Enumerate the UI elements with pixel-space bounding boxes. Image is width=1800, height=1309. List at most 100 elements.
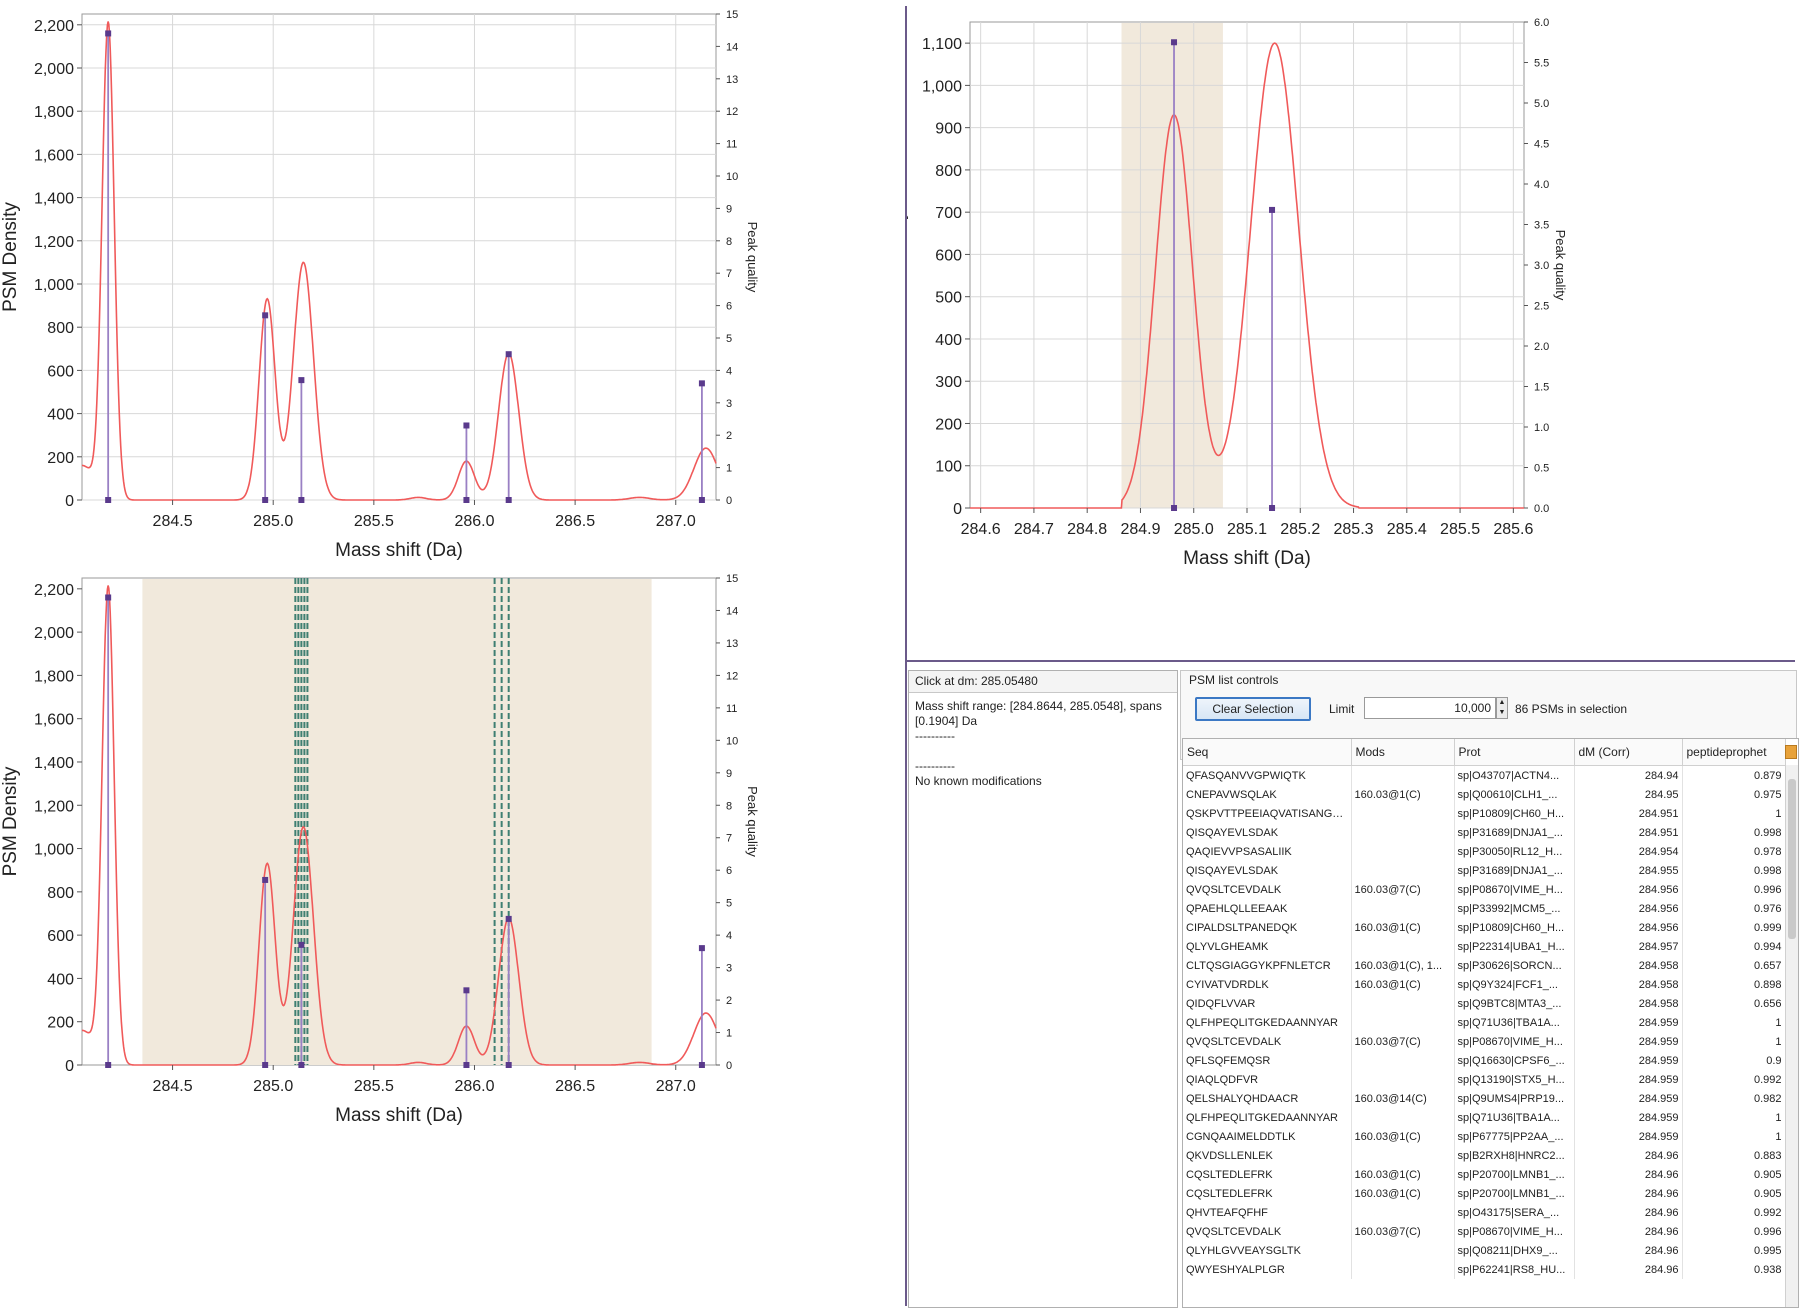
peak-quality-base-point <box>463 1062 470 1068</box>
table-cell: 284.95 <box>1574 785 1683 804</box>
table-cell: sp|P20700|LMNB1_... <box>1454 1184 1575 1203</box>
y-tick-label: 600 <box>47 928 74 945</box>
y2-tick-label: 14 <box>726 41 738 53</box>
limit-spinner[interactable]: ▲ ▼ <box>1496 697 1508 719</box>
table-cell: 160.03@14(C) <box>1351 1089 1455 1108</box>
table-row[interactable]: QLFHPEQLITGKEDAANNYAR sp|Q71U36|TBA1A... 2… <box>1183 1013 1786 1032</box>
y2-tick-label: 11 <box>726 703 737 715</box>
y2-tick-label: 6 <box>726 301 732 313</box>
y2-tick-label: 6 <box>726 865 732 877</box>
table-row[interactable]: CNEPAVWSQLAK 160.03@1(C) sp|Q00610|CLH1_..… <box>1183 785 1786 804</box>
table-row[interactable]: CQSLTEDLEFRK 160.03@1(C) sp|P20700|LMNB1_.… <box>1183 1184 1786 1203</box>
y2-tick-label: 4.0 <box>1534 179 1549 191</box>
table-row[interactable]: QVQSLTCEVDALK 160.03@7(C) sp|P08670|VIME_H… <box>1183 880 1786 899</box>
table-cell: 0.995 <box>1682 1241 1786 1260</box>
column-header[interactable]: Seq <box>1183 739 1352 766</box>
table-row[interactable]: CIPALDSLTPANEDQK 160.03@1(C) sp|P10809|CH6… <box>1183 918 1786 937</box>
table-row[interactable]: QIAQLQDFVR sp|Q13190|STX5_H... 284.959 0.99… <box>1183 1070 1786 1089</box>
table-cell <box>1351 1260 1455 1279</box>
table-cell: 0.9 <box>1682 1051 1786 1070</box>
y2-tick-label: 3.5 <box>1534 220 1549 232</box>
y2-tick-label: 15 <box>726 573 738 585</box>
y2-tick-label: 4 <box>726 365 732 377</box>
table-cell: 0.992 <box>1682 1070 1786 1089</box>
table-cell <box>1351 823 1455 842</box>
x-tick-label: 285.5 <box>354 1078 394 1095</box>
chart-top-right[interactable]: 0 100 200 300 400 500 600 700 800 900 1,000 1,100 28… <box>907 0 1800 660</box>
table-row[interactable]: QPAEHLQLLEEAAK sp|P33992|MCM5_... 284.956 0… <box>1183 899 1786 918</box>
x-tick-label: 285.5 <box>1440 521 1480 538</box>
limit-input[interactable]: 10,000 <box>1364 697 1496 719</box>
table-row[interactable]: QKVDSLLENLEK sp|B2RXH8|HNRC2... 284.96 0.88… <box>1183 1146 1786 1165</box>
peak-quality-point <box>698 945 705 952</box>
x-tick-label: 284.9 <box>1120 521 1160 538</box>
table-cell: 0.879 <box>1682 765 1786 785</box>
y2-tick-label: 6.0 <box>1534 17 1549 29</box>
x-tick-label: 286.5 <box>555 1078 595 1095</box>
y2-tick-label: 4 <box>726 930 732 942</box>
table-row[interactable]: QELSHALYQHDAACR 160.03@14(C) sp|Q9UMS4|PRP… <box>1183 1089 1786 1108</box>
table-cell: QAQIEVVPSASALIIK <box>1183 842 1352 861</box>
table-cell: QVQSLTCEVDALK <box>1183 1222 1352 1241</box>
column-header[interactable]: Prot <box>1454 739 1575 766</box>
peak-quality-point <box>698 380 705 387</box>
table-cell: 284.96 <box>1574 1146 1683 1165</box>
clear-selection-button[interactable]: Clear Selection <box>1195 697 1311 721</box>
y2-tick-label: 2.5 <box>1534 301 1549 313</box>
table-row[interactable]: CYIVATVDRDLK 160.03@1(C) sp|Q9Y324|FCF1_..… <box>1183 975 1786 994</box>
table-cell: 1 <box>1682 1013 1786 1032</box>
table-scrollbar[interactable] <box>1785 765 1798 1307</box>
table-row[interactable]: QISQAYEVLSDAK sp|P31689|DNJA1_... 284.955 0… <box>1183 861 1786 880</box>
table-cell: CNEPAVWSQLAK <box>1183 785 1352 804</box>
column-header[interactable]: Mods <box>1351 739 1455 766</box>
table-row[interactable]: QAQIEVVPSASALIIK sp|P30050|RL12_H... 284.9… <box>1183 842 1786 861</box>
separator-text: ---------- <box>915 759 955 773</box>
table-cell: 284.958 <box>1574 956 1683 975</box>
table-cell: QFLSQFEMQSR <box>1183 1051 1352 1070</box>
table-scrollbar-thumb[interactable] <box>1788 779 1796 939</box>
table-cell: CQSLTEDLEFRK <box>1183 1184 1352 1203</box>
table-row[interactable]: CGNQAAIMELDDTLK 160.03@1(C) sp|P67775|PP2A… <box>1183 1127 1786 1146</box>
y-tick-label: 0 <box>65 493 74 510</box>
table-cell: 160.03@1(C) <box>1351 975 1455 994</box>
table-row[interactable]: CLTQSGIAGGYKPFNLETCR 160.03@1(C), 1... sp|… <box>1183 956 1786 975</box>
column-settings-icon[interactable] <box>1785 745 1797 759</box>
table-row[interactable]: QLYHLGVVEAYSGLTK sp|Q08211|DHX9_... 284.96… <box>1183 1241 1786 1260</box>
table-cell: sp|P67775|PP2AA_... <box>1454 1127 1575 1146</box>
table-row[interactable]: QWYESHYALPLGR sp|P62241|RS8_HU... 284.96 0.… <box>1183 1260 1786 1279</box>
table-cell: QWYESHYALPLGR <box>1183 1260 1352 1279</box>
table-cell: 160.03@1(C), 1... <box>1351 956 1455 975</box>
table-row[interactable]: QISQAYEVLSDAK sp|P31689|DNJA1_... 284.951 0… <box>1183 823 1786 842</box>
table-row[interactable]: QLFHPEQLITGKEDAANNYAR sp|Q71U36|TBA1A... 2… <box>1183 1108 1786 1127</box>
chart-top-left[interactable]: 0 200 400 600 800 1,000 1,200 1,400 1,600 1,800 2,… <box>0 0 905 660</box>
peak-quality-point <box>105 594 112 601</box>
table-row[interactable]: QFASQANVVGPWIQTK sp|O43707|ACTN4... 284.94… <box>1183 765 1786 785</box>
column-header[interactable]: dM (Corr) <box>1574 739 1683 766</box>
y-tick-label: 100 <box>935 459 962 476</box>
table-row[interactable]: QVQSLTCEVDALK 160.03@7(C) sp|P08670|VIME_H… <box>1183 1222 1786 1241</box>
table-row[interactable]: QLYVLGHEAMK sp|P22314|UBA1_H... 284.957 0.9… <box>1183 937 1786 956</box>
table-cell: QISQAYEVLSDAK <box>1183 823 1352 842</box>
table-cell: QVQSLTCEVDALK <box>1183 880 1352 899</box>
table-cell: 284.956 <box>1574 880 1683 899</box>
table-row[interactable]: QSKPVTTPEEIAQVATISANGDK sp|P10809|CH60_H.… <box>1183 804 1786 823</box>
table-cell: sp|O43175|SERA_... <box>1454 1203 1575 1222</box>
peak-quality-base-point <box>698 1062 705 1068</box>
y2-tick-label: 13 <box>726 638 738 650</box>
y-tick-label: 1,800 <box>34 668 74 685</box>
table-row[interactable]: QFLSQFEMQSR sp|Q16630|CPSF6_... 284.959 0.9 <box>1183 1051 1786 1070</box>
chart-bottom-left[interactable]: 0 200 400 600 800 1,000 1,200 1,400 1,600 1,800 2,… <box>0 573 905 1309</box>
psm-table[interactable]: Seq Mods Prot dM (Corr) peptideprophet QFASQ… <box>1182 738 1799 1308</box>
table-row[interactable]: QIDQFLVVAR sp|Q9BTC8|MTA3_... 284.958 0.656 <box>1183 994 1786 1013</box>
table-cell: sp|P10809|CH60_H... <box>1454 918 1575 937</box>
table-row[interactable]: QVQSLTCEVDALK 160.03@7(C) sp|P08670|VIME_H… <box>1183 1032 1786 1051</box>
y2-tick-label: 1.5 <box>1534 382 1549 394</box>
y-tick-label: 400 <box>47 407 74 424</box>
table-row[interactable]: QHVTEAFQFHF sp|O43175|SERA_... 284.96 0.992 <box>1183 1203 1786 1222</box>
y-tick-label: 200 <box>935 416 962 433</box>
y2-tick-label: 11 <box>726 139 737 151</box>
x-tick-label: 285.0 <box>253 513 293 530</box>
table-cell: QISQAYEVLSDAK <box>1183 861 1352 880</box>
table-row[interactable]: CQSLTEDLEFRK 160.03@1(C) sp|P20700|LMNB1_.… <box>1183 1165 1786 1184</box>
column-header[interactable]: peptideprophet <box>1682 739 1786 766</box>
